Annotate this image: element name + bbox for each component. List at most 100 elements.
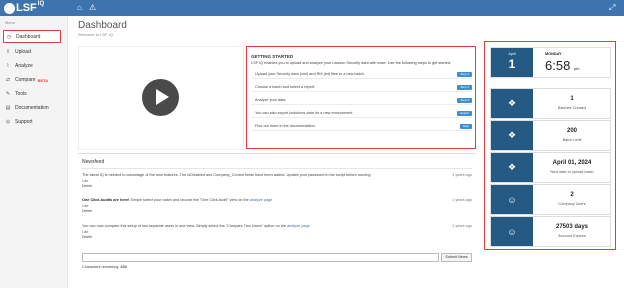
sidebar-item-tools[interactable]: ✎ Tools (4, 89, 61, 99)
page-subtitle: Welcome to LSF IQ (78, 32, 113, 37)
stat-label: Account Expires (558, 234, 586, 238)
clock-ampm: pm (573, 66, 580, 71)
news-input[interactable] (82, 253, 439, 262)
stat-label: Next date to upload batch (550, 170, 594, 174)
step-text: You can also export Isolutions data for … (255, 111, 353, 115)
layers-icon: ❖ (491, 121, 533, 150)
menu-heading: Menu (5, 20, 16, 25)
news-item: You can now compare this setup of two se… (82, 224, 472, 239)
upload-icon: ⇪ (5, 49, 11, 55)
user-icon: ☺ (491, 217, 533, 246)
sidebar-item-label: Support (15, 119, 33, 125)
sidebar: Menu ◷ Dashboard ⇪ Upload ⌇ Analyze ⇄ Co… (0, 16, 68, 288)
analyze-page-link[interactable]: analyze page (250, 198, 273, 202)
characters-remaining-value: 240 (120, 265, 127, 269)
news-body: You can now compare this setup of two se… (82, 224, 288, 228)
layers-icon: ❖ (491, 89, 533, 118)
sidebar-item-compare[interactable]: ⇄ Compare BETA (4, 75, 61, 85)
delete-link[interactable]: Delete (82, 184, 472, 188)
step-text: Analyze your data. (255, 98, 287, 102)
submit-news-button[interactable]: Submit News (441, 253, 472, 262)
page-title: Dashboard (78, 20, 127, 31)
stat-label: Batch Limit (562, 138, 582, 142)
top-bar: LSF IQ ⌂ ⚠ ⤢ (0, 0, 624, 16)
getting-started-title: GETTING STARTED (251, 54, 294, 59)
news-body: The latest IQ is needed to advantage of … (82, 173, 372, 177)
news-item: The latest IQ is needed to advantage of … (82, 173, 472, 188)
delete-link[interactable]: Delete (82, 235, 472, 239)
logo-text: LSF (16, 2, 37, 14)
compare-icon: ⇄ (5, 77, 11, 83)
step-text: Choose a batch and select a report. (255, 85, 316, 89)
like-link[interactable]: Like (82, 179, 472, 183)
sidebar-item-label: Compare (15, 77, 36, 83)
clock-time-value: 6:58 (545, 58, 571, 73)
newsfeed-panel: Newsfeed The latest IQ is needed to adva… (78, 153, 476, 278)
export-button[interactable]: Export (457, 111, 472, 116)
dashboard-icon: ◷ (6, 33, 12, 40)
help-button[interactable]: Help (459, 124, 472, 129)
like-link[interactable]: Like (82, 230, 472, 234)
sidebar-item-support[interactable]: ◎ Support (4, 117, 61, 127)
expand-icon[interactable]: ⤢ (609, 3, 615, 13)
stat-value: April 01, 2024 (552, 160, 592, 166)
calendar-icon: April 1 (491, 48, 533, 77)
tools-icon: ✎ (5, 91, 11, 97)
app-logo[interactable]: LSF IQ (4, 1, 44, 15)
beta-badge: BETA (37, 77, 49, 83)
getting-started-step: Find out more in the documentation. Help (251, 123, 473, 131)
sidebar-item-label: Analyze (15, 63, 33, 69)
step-text: Find out more in the documentation. (255, 124, 316, 128)
getting-started-step: Analyze your data. Step 3 (251, 97, 473, 105)
newsfeed-title: Newsfeed (82, 159, 105, 165)
news-text: You can now compare this setup of two se… (82, 224, 472, 228)
step-3-button[interactable]: Step 3 (457, 98, 472, 103)
stat-value: 1 (570, 96, 574, 102)
stat-value: 2 (570, 192, 574, 198)
step-1-button[interactable]: Step 1 (457, 72, 472, 77)
calendar-day: 1 (508, 57, 516, 71)
batch-limit-card: ❖ 200 Batch Limit (490, 120, 611, 151)
sidebar-item-label: Dashboard (16, 33, 41, 40)
news-item: One Click Audits are here! Simple select… (82, 198, 472, 213)
step-2-button[interactable]: Step 2 (457, 85, 472, 90)
sidebar-item-dashboard[interactable]: ◷ Dashboard (3, 30, 61, 43)
getting-started-panel: GETTING STARTED LSF IQ enables you to up… (246, 46, 476, 149)
news-headline: One Click Audits are here! (82, 198, 130, 202)
step-text: Upload your Security data (xml) and RM (… (255, 72, 365, 76)
stat-label: Batches Created (557, 106, 587, 110)
stats-panel: April 1 MONDAY 6:58 pm ❖ 1 Batches Creat… (484, 41, 616, 250)
intro-video[interactable] (78, 46, 244, 150)
logo-mark-icon (4, 2, 15, 14)
analyze-page-link[interactable]: analyze page (287, 224, 310, 228)
batches-created-card: ❖ 1 Batches Created (490, 88, 611, 119)
alert-icon[interactable]: ⚠ (89, 3, 96, 13)
sidebar-item-analyze[interactable]: ⌇ Analyze (4, 61, 61, 71)
sidebar-item-upload[interactable]: ⇪ Upload (4, 47, 61, 57)
layers-icon: ❖ (491, 153, 533, 182)
sidebar-item-label: Upload (15, 49, 31, 55)
getting-started-step: Upload your Security data (xml) and RM (… (251, 71, 473, 79)
analyze-icon: ⌇ (6, 63, 10, 69)
news-body: Simple select your batch and choose the … (129, 198, 250, 202)
getting-started-step: You can also export Isolutions data for … (251, 110, 473, 118)
play-button[interactable] (142, 79, 179, 116)
date-time-card: April 1 MONDAY 6:58 pm (490, 47, 611, 78)
clock-time: 6:58 pm (545, 58, 580, 73)
characters-remaining: Characters remaining: 240 (82, 265, 127, 269)
clock-weekday: MONDAY (545, 52, 562, 56)
next-upload-card: ❖ April 01, 2024 Next date to upload bat… (490, 152, 611, 183)
user-icon: ☺ (491, 185, 533, 214)
sidebar-item-label: Documentation (15, 105, 49, 111)
news-text: The latest IQ is needed to advantage of … (82, 173, 472, 177)
stat-value: 200 (566, 128, 577, 134)
home-icon[interactable]: ⌂ (77, 3, 82, 13)
support-icon: ◎ (5, 119, 11, 125)
like-link[interactable]: Like (82, 204, 472, 208)
news-age: 1 years ago (452, 198, 472, 202)
calendar-month: April (508, 52, 516, 56)
news-age: 1 years ago (452, 224, 472, 228)
delete-link[interactable]: Delete (82, 209, 472, 213)
sidebar-item-documentation[interactable]: ▤ Documentation (4, 103, 61, 113)
characters-remaining-label: Characters remaining: (82, 265, 120, 269)
